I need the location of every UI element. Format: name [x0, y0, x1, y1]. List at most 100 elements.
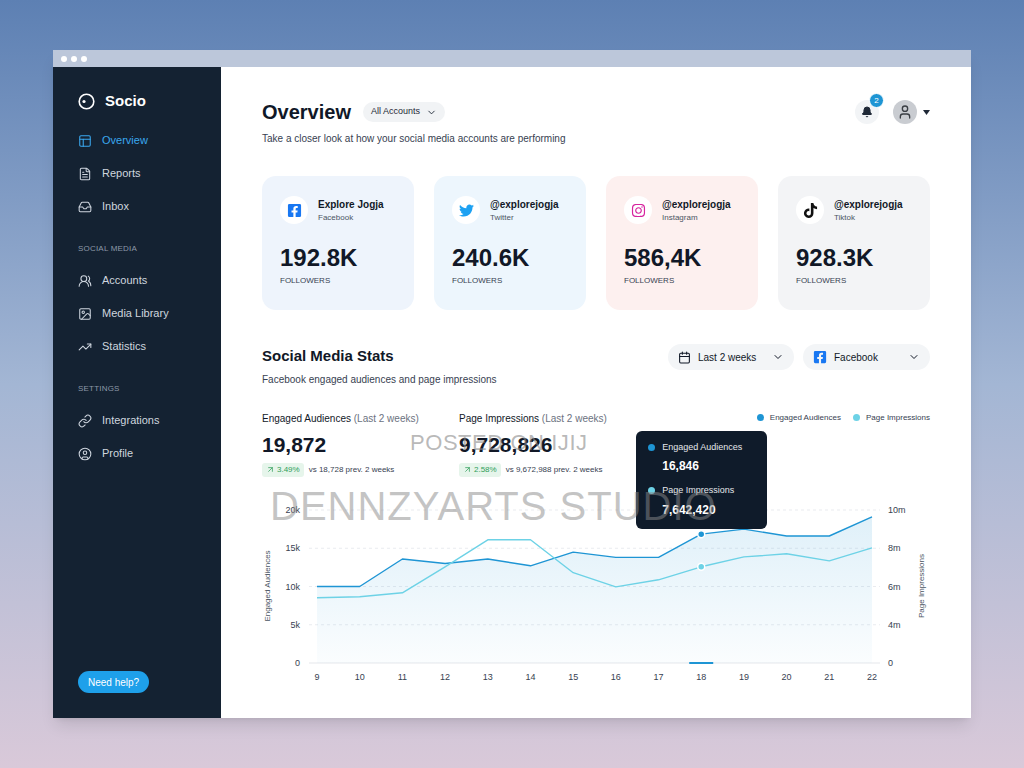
legend-dot: [757, 414, 764, 421]
calendar-icon: [678, 351, 691, 364]
period-select[interactable]: Last 2 weeks: [668, 344, 794, 370]
metric-label: Page Impressions: [459, 413, 539, 424]
account-card[interactable]: @explorejogjaInstagram586,4KFOLLOWERS: [606, 176, 758, 310]
profile-menu[interactable]: [893, 100, 930, 124]
point-marker[interactable]: [698, 563, 705, 570]
legend-item[interactable]: Engaged Audiences: [757, 412, 841, 424]
metric: Page Impressions (Last 2 weeks) 9,728,826…: [459, 411, 649, 477]
chart-tooltip: Engaged Audiences16,846Page Impressions7…: [636, 431, 767, 529]
left-tick: 5k: [290, 619, 300, 629]
title-bar: [53, 50, 971, 67]
x-tick[interactable]: 9: [314, 672, 319, 682]
follower-count: 586,4K: [624, 244, 740, 272]
x-tick[interactable]: 11: [398, 672, 407, 682]
chart: 05k10k15k20k04m6m8m10mEngaged AudiencesP…: [262, 499, 930, 684]
account-name: Explore Jogja: [318, 197, 384, 212]
metric-comparison: vs 9,672,988 prev. 2 weeks: [506, 464, 603, 476]
x-tick[interactable]: 15: [568, 672, 578, 682]
sidebar-item-icon: [78, 447, 92, 461]
metric: Engaged Audiences (Last 2 weeks) 19,872 3.…: [262, 411, 459, 477]
brand: Socio: [78, 91, 196, 111]
x-tick[interactable]: 17: [654, 672, 664, 682]
tooltip-value: 16,846: [648, 457, 755, 475]
sidebar-section: SOCIAL MEDIAAccountsMedia LibraryStatist…: [78, 243, 196, 363]
section-subtitle: Facebook engaged audiences and page impr…: [262, 372, 497, 387]
tooltip-dot: [648, 444, 655, 451]
sidebar: Socio OverviewReportsInbox SOCIAL MEDIAAcc…: [53, 67, 221, 718]
account-card[interactable]: Explore JogjaFacebook192.8KFOLLOWERS: [262, 176, 414, 310]
metric-period: (Last 2 weeks): [354, 413, 419, 424]
x-tick[interactable]: 20: [782, 672, 792, 682]
sidebar-item[interactable]: Statistics: [78, 330, 196, 363]
account-platform: Instagram: [662, 212, 731, 224]
chevron-down-icon: [772, 351, 784, 363]
sidebar-item[interactable]: Integrations: [78, 404, 196, 437]
metric-label: Engaged Audiences: [262, 413, 351, 424]
point-marker[interactable]: [698, 530, 705, 537]
instagram-icon: [631, 203, 646, 218]
follower-count: 928.3K: [796, 244, 912, 272]
logo-icon: [78, 93, 95, 110]
main-content: OverviewAll Accounts2Take a closer look …: [221, 67, 971, 718]
account-platform: Facebook: [318, 212, 384, 224]
facebook-icon: [287, 203, 302, 218]
sidebar-item[interactable]: Profile: [78, 437, 196, 470]
sidebar-item-icon: [78, 274, 92, 288]
change-badge: 2.58%: [459, 463, 501, 477]
legend-dot: [853, 414, 860, 421]
bell-icon: [861, 106, 873, 118]
x-tick[interactable]: 22: [867, 672, 877, 682]
x-tick[interactable]: 19: [739, 672, 749, 682]
chart-legend: Engaged Audiences Page Impressions: [757, 411, 930, 424]
sidebar-item[interactable]: Reports: [78, 157, 196, 190]
notifications-button[interactable]: 2: [855, 100, 879, 124]
notification-badge: 2: [869, 93, 884, 108]
watermark: DENNZYARTS STUDIO: [270, 476, 717, 536]
desktop: Socio OverviewReportsInbox SOCIAL MEDIAAcc…: [0, 0, 1024, 768]
facebook-icon: [813, 350, 827, 364]
grid-line: [309, 509, 880, 510]
account-card[interactable]: @explorejogjaTwitter240.6KFOLLOWERS: [434, 176, 586, 310]
right-tick: 8m: [888, 543, 901, 553]
window-control[interactable]: [61, 56, 67, 62]
change-badge: 3.49%: [262, 463, 304, 477]
window-control[interactable]: [71, 56, 77, 62]
sidebar-item[interactable]: Accounts: [78, 264, 196, 297]
account-card[interactable]: @explorejogjaTiktok928.3KFOLLOWERS: [778, 176, 930, 310]
metric-value: 19,872: [262, 432, 459, 458]
x-tick[interactable]: 18: [696, 672, 706, 682]
sidebar-item[interactable]: Overview: [78, 124, 196, 157]
account-filter[interactable]: All Accounts: [363, 102, 445, 122]
x-tick[interactable]: 21: [824, 672, 834, 682]
left-axis-title: Engaged Audiences: [263, 550, 272, 621]
platform-select[interactable]: Facebook: [803, 344, 930, 370]
window-control[interactable]: [81, 56, 87, 62]
sidebar-item-icon: [78, 134, 92, 148]
x-tick[interactable]: 14: [525, 672, 535, 682]
x-tick[interactable]: 12: [440, 672, 450, 682]
follower-count: 240.6K: [452, 244, 568, 272]
arrow-up-right-icon: [266, 465, 275, 474]
follower-unit: FOLLOWERS: [452, 275, 568, 287]
left-tick: 0: [295, 658, 300, 668]
x-tick[interactable]: 16: [611, 672, 621, 682]
section-heading: SETTINGS: [78, 383, 196, 395]
account-name: @explorejogja: [490, 197, 559, 212]
x-tick[interactable]: 10: [355, 672, 365, 682]
stats-section: Social Media StatsFacebook engaged audie…: [262, 344, 930, 684]
sidebar-item[interactable]: Media Library: [78, 297, 196, 330]
x-tick[interactable]: 13: [483, 672, 493, 682]
follower-count: 192.8K: [280, 244, 396, 272]
help-button[interactable]: Need help?: [78, 671, 149, 693]
sidebar-item-icon: [78, 307, 92, 321]
metric-period: (Last 2 weeks): [542, 413, 607, 424]
legend-item[interactable]: Page Impressions: [853, 412, 930, 424]
follower-unit: FOLLOWERS: [796, 275, 912, 287]
metric-comparison: vs 18,728 prev. 2 weeks: [309, 464, 395, 476]
sidebar-item-icon: [78, 340, 92, 354]
left-tick: 15k: [285, 543, 300, 553]
page-subtitle: Take a closer look at how your social me…: [262, 131, 930, 146]
watermark: POSTED ON IJIJ: [410, 426, 588, 459]
metric-value: 9,728,826: [459, 432, 649, 458]
sidebar-item[interactable]: Inbox: [78, 190, 196, 223]
